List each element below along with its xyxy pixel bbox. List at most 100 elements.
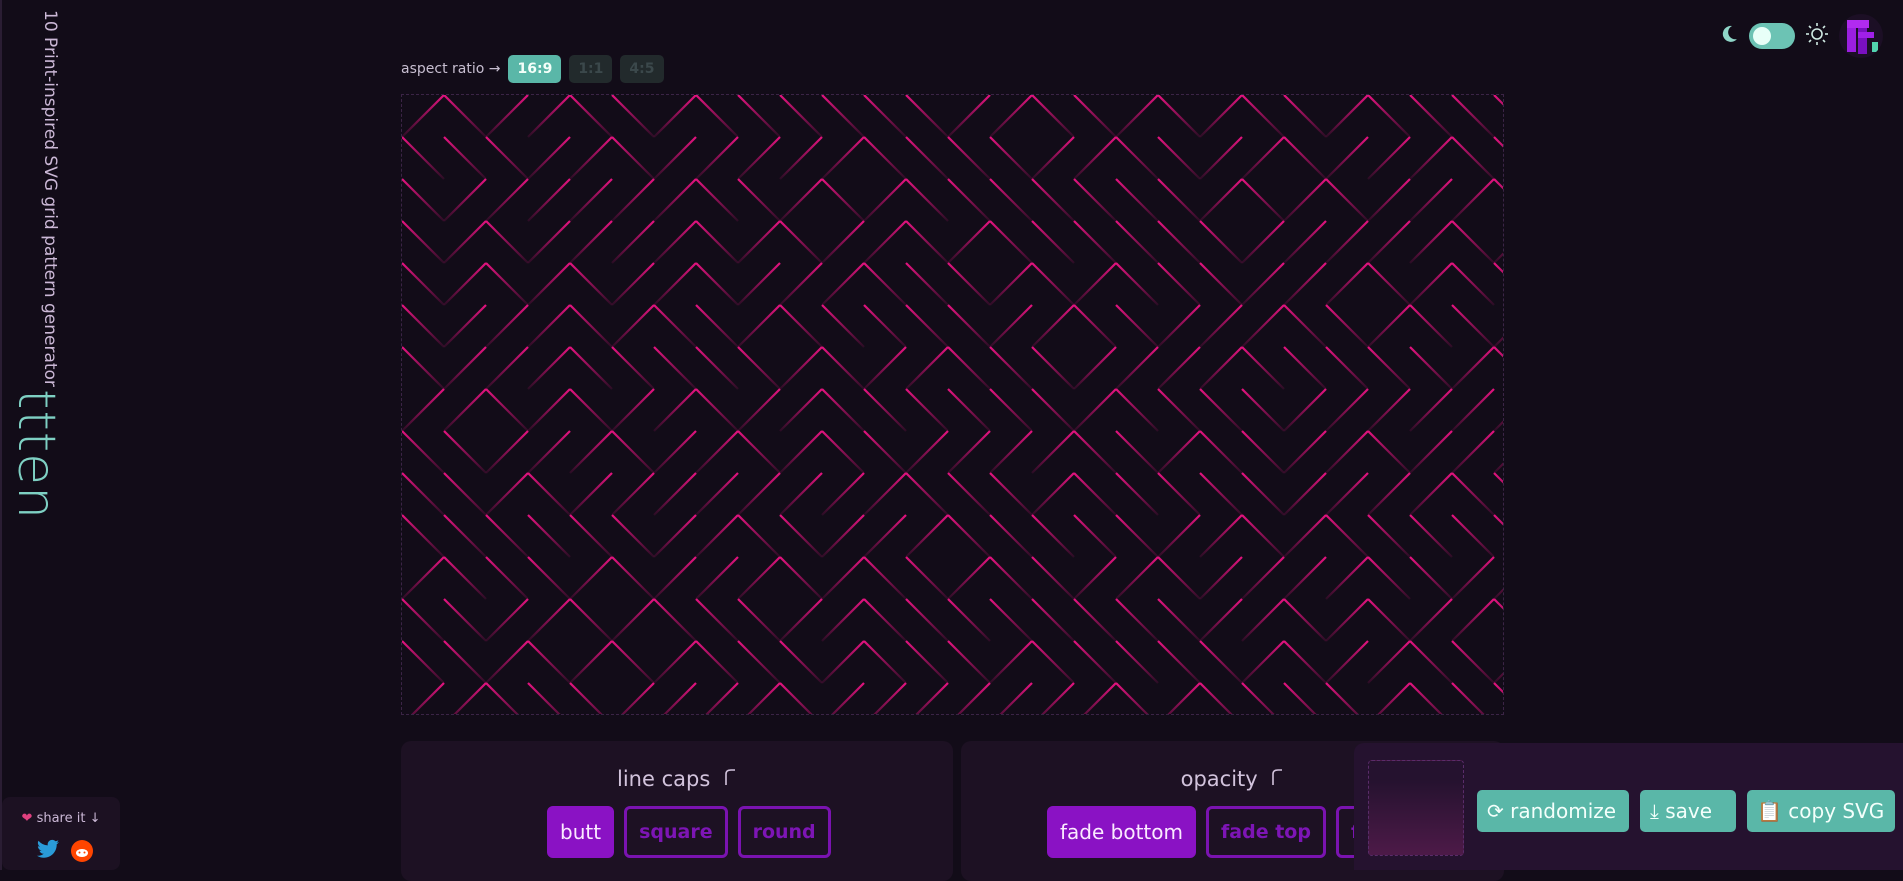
pattern-line — [989, 388, 1033, 432]
pattern-line — [402, 304, 445, 348]
pattern-line — [1409, 682, 1443, 714]
pattern-line — [1367, 95, 1411, 138]
opacity-fade-top-button[interactable]: fade top — [1206, 806, 1326, 858]
pattern-line — [1493, 588, 1503, 600]
pattern-line — [527, 136, 571, 180]
pattern-line — [1325, 220, 1369, 264]
pattern-line — [1115, 472, 1159, 516]
pattern-line — [905, 220, 949, 264]
pattern-line — [1073, 95, 1117, 138]
opacity-fade-bottom-button[interactable]: fade bottom — [1047, 806, 1196, 858]
pattern-line — [402, 178, 445, 222]
line-cap-butt-button[interactable]: butt — [547, 806, 615, 858]
pattern-line — [485, 598, 529, 642]
randomize-button[interactable]: ⟳ randomize — [1477, 790, 1629, 832]
pattern-line — [1493, 252, 1503, 264]
pattern-line — [905, 472, 949, 516]
pattern-line — [1073, 556, 1117, 600]
pattern-line — [779, 598, 823, 642]
pattern-line — [485, 388, 529, 432]
pattern-line — [831, 682, 865, 714]
pattern-line — [411, 682, 445, 714]
pattern-line — [1241, 682, 1275, 714]
pattern-line — [779, 220, 823, 264]
line-cap-square-button[interactable]: square — [624, 806, 728, 858]
pattern-line — [621, 682, 655, 714]
pattern-line — [905, 388, 949, 432]
pattern-line — [695, 95, 739, 138]
pattern-line — [1325, 682, 1359, 714]
pattern-line — [957, 682, 991, 714]
pattern-line — [695, 388, 739, 432]
logo-avatar[interactable] — [1839, 14, 1883, 58]
pattern-line — [1199, 220, 1243, 264]
pattern-line — [1451, 514, 1495, 558]
pattern-line — [695, 178, 739, 222]
brand-title: ttten — [6, 388, 66, 521]
pattern-line — [1031, 220, 1075, 264]
pattern-line — [863, 598, 907, 642]
pattern-line — [1115, 178, 1159, 222]
pattern-line — [863, 388, 907, 432]
pattern-line — [1073, 220, 1117, 264]
pattern-line — [947, 304, 991, 348]
pattern-line — [1367, 136, 1411, 180]
pattern-line — [569, 682, 603, 714]
pattern-line — [989, 304, 1033, 348]
pattern-line — [1167, 682, 1201, 714]
pattern-line — [1451, 304, 1495, 348]
pattern-line — [1325, 178, 1369, 222]
aspect-4-5-button[interactable]: 4:5 — [620, 55, 664, 83]
copy-svg-button[interactable]: 📋 copy SVG — [1747, 790, 1895, 832]
aspect-1-1-button[interactable]: 1:1 — [569, 55, 613, 83]
pattern-line — [1283, 136, 1327, 180]
pattern-line — [1451, 262, 1495, 306]
line-cap-round-button[interactable]: round — [737, 806, 831, 858]
pattern-line — [1367, 304, 1411, 348]
pattern-line — [485, 262, 529, 306]
pattern-line — [402, 220, 445, 264]
reddit-icon[interactable] — [70, 839, 94, 867]
pattern-line — [821, 178, 865, 222]
pattern-line — [1031, 514, 1075, 558]
pattern-line — [1409, 220, 1453, 264]
pattern-line — [1073, 346, 1117, 390]
pattern-line — [1451, 682, 1485, 714]
pattern-line — [1241, 598, 1285, 642]
aspect-16-9-button[interactable]: 16:9 — [508, 55, 562, 83]
pattern-line — [1367, 178, 1411, 222]
pattern-line — [1031, 178, 1075, 222]
randomize-label: randomize — [1510, 799, 1617, 823]
pattern-line — [989, 640, 1033, 684]
pattern-line — [1031, 388, 1075, 432]
pattern-line — [1493, 262, 1503, 274]
pattern-line — [1241, 262, 1285, 306]
pattern-line — [695, 304, 739, 348]
pattern-line — [1367, 430, 1411, 474]
pattern-line — [1367, 556, 1411, 600]
theme-toggle[interactable] — [1749, 23, 1795, 49]
twitter-icon[interactable] — [36, 839, 60, 867]
pattern-line — [821, 136, 865, 180]
pattern-line — [1115, 136, 1159, 180]
pattern-line — [1115, 388, 1159, 432]
save-button[interactable]: ⤓ save — [1640, 790, 1736, 832]
pattern-line — [653, 178, 697, 222]
pattern-line — [737, 136, 781, 180]
sun-icon — [1805, 22, 1829, 50]
pattern-line — [611, 598, 655, 642]
pattern-line — [402, 514, 445, 558]
pattern-line — [1409, 598, 1453, 642]
pattern-line — [402, 556, 445, 600]
pattern-line — [873, 682, 907, 714]
pattern-line — [1199, 682, 1233, 714]
pattern-line — [695, 346, 739, 390]
pattern-line — [695, 136, 739, 180]
pattern-line — [1073, 136, 1117, 180]
pattern-line — [527, 514, 571, 558]
pattern-line — [989, 262, 1033, 306]
pattern-line — [569, 472, 613, 516]
pattern-line — [1241, 430, 1285, 474]
pattern-line — [1409, 388, 1453, 432]
pattern-line — [663, 682, 697, 714]
